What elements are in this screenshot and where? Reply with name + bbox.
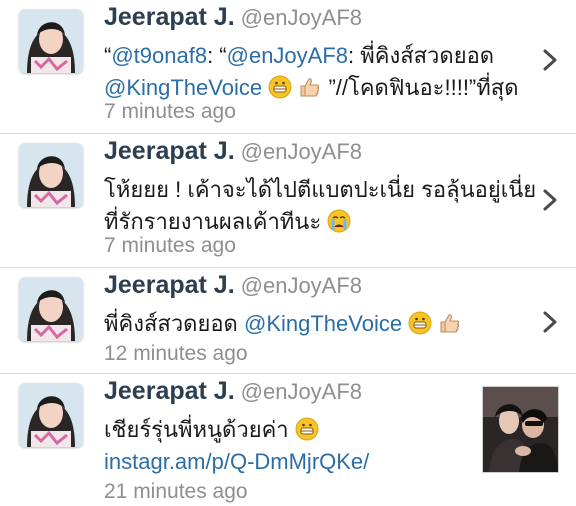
tweet-item[interactable]: Jeerapat J. @enJoyAF8 เชียร์รุ่นพี่หนูด้ว… — [0, 374, 576, 506]
author-line: Jeerapat J. @enJoyAF8 — [104, 377, 362, 406]
grinning-face-emoji — [408, 311, 432, 335]
tweet-text-line: เชียร์รุ่นพี่หนูด้วยค่า — [104, 414, 369, 446]
author-name[interactable]: Jeerapat J. — [104, 3, 235, 31]
timestamp[interactable]: 12 minutes ago — [104, 342, 248, 366]
text-segment: เชียร์รุ่นพี่หนูด้วยค่า — [104, 417, 289, 442]
text-segment: : พี่คิงส์สวดยอด — [348, 43, 495, 68]
tweet-timeline: Jeerapat J. @enJoyAF8 “@t9onaf8: “@enJoyA… — [0, 0, 576, 506]
tweet-text: เชียร์รุ่นพี่หนูด้วยค่า instagr.am/p/Q-D… — [104, 414, 369, 478]
mention-link[interactable]: @KingTheVoice — [244, 311, 402, 336]
author-handle[interactable]: @enJoyAF8 — [241, 273, 362, 298]
author-name[interactable]: Jeerapat J. — [104, 137, 235, 165]
chevron-right-icon[interactable] — [542, 188, 558, 212]
thumbs-up-emoji — [300, 78, 320, 97]
grinning-face-emoji — [295, 417, 319, 441]
author-name[interactable]: Jeerapat J. — [104, 271, 235, 299]
text-segment: ”//โคดฟินอะ!!!!”ที่สุด — [328, 75, 519, 100]
text-segment: พี่คิงส์สวดยอด — [104, 311, 238, 336]
thumbs-up-emoji — [440, 314, 460, 333]
tweet-text-line: โห้ยยย ! เค้าจะได้ไปตีแบตปะเนี่ย รอลุ้นอ… — [104, 177, 537, 202]
crying-face-emoji — [327, 209, 351, 233]
tweet-text: “@t9onaf8: “@enJoyAF8: พี่คิงส์สวดยอด @K… — [104, 40, 518, 104]
tweet-item[interactable]: Jeerapat J. @enJoyAF8 “@t9onaf8: “@enJoyA… — [0, 0, 576, 134]
chevron-right-icon[interactable] — [542, 48, 558, 72]
avatar[interactable] — [19, 383, 83, 447]
author-handle[interactable]: @enJoyAF8 — [241, 139, 362, 164]
author-handle[interactable]: @enJoyAF8 — [241, 5, 362, 30]
timestamp[interactable]: 21 minutes ago — [104, 480, 248, 504]
tweet-text-line: พี่คิงส์สวดยอด @KingTheVoice — [104, 308, 462, 340]
author-line: Jeerapat J. @enJoyAF8 — [104, 3, 362, 32]
avatar[interactable] — [19, 143, 83, 207]
author-name[interactable]: Jeerapat J. — [104, 377, 235, 405]
timestamp[interactable]: 7 minutes ago — [104, 234, 236, 258]
photo-thumbnail[interactable] — [482, 386, 559, 473]
tweet-item[interactable]: Jeerapat J. @enJoyAF8 พี่คิงส์สวดยอด @Kin… — [0, 268, 576, 374]
mention-link[interactable]: @enJoyAF8 — [227, 43, 348, 68]
tweet-text: โห้ยยย ! เค้าจะได้ไปตีแบตปะเนี่ย รอลุ้นอ… — [104, 174, 536, 238]
grinning-face-emoji — [268, 75, 292, 99]
mention-link[interactable]: @t9onaf8 — [111, 43, 207, 68]
timestamp[interactable]: 7 minutes ago — [104, 100, 236, 124]
chevron-right-icon[interactable] — [542, 310, 558, 334]
text-segment: : “ — [207, 43, 227, 68]
tweet-item[interactable]: Jeerapat J. @enJoyAF8 โห้ยยย ! เค้าจะได้ไ… — [0, 134, 576, 268]
mention-link[interactable]: @KingTheVoice — [104, 75, 262, 100]
author-line: Jeerapat J. @enJoyAF8 — [104, 271, 362, 300]
author-handle[interactable]: @enJoyAF8 — [241, 379, 362, 404]
author-line: Jeerapat J. @enJoyAF8 — [104, 137, 362, 166]
text-segment: ที่รักรายงานผลเค้าทีนะ — [104, 209, 322, 234]
avatar[interactable] — [19, 277, 83, 341]
tweet-text-line: “@t9onaf8: “@enJoyAF8: พี่คิงส์สวดยอด — [104, 40, 518, 72]
tweet-text: พี่คิงส์สวดยอด @KingTheVoice — [104, 308, 462, 340]
instagram-link[interactable]: instagr.am/p/Q-DmMjrQKe/ — [104, 446, 369, 478]
avatar[interactable] — [19, 9, 83, 73]
